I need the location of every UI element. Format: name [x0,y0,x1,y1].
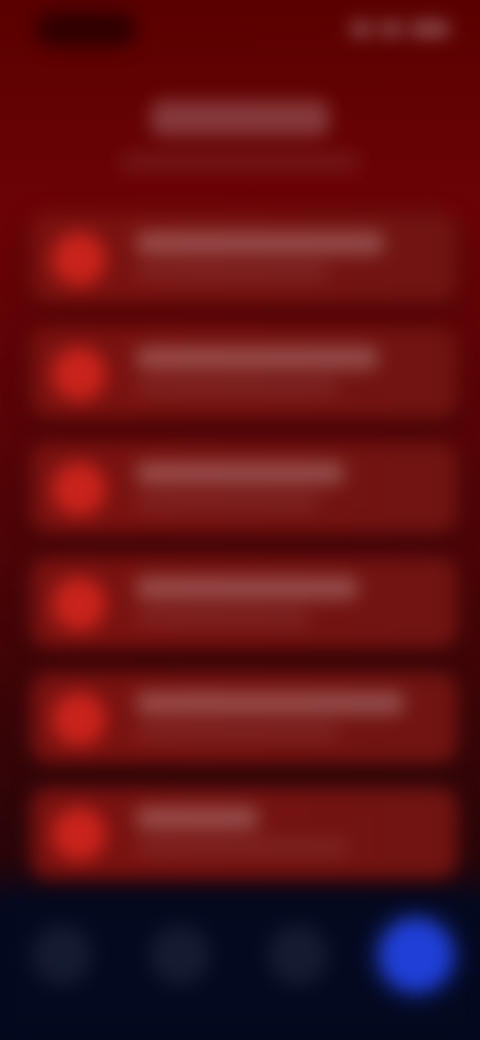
page-subtitle [120,152,360,172]
status-icons [350,14,450,44]
card-subtitle [136,609,308,625]
wifi-icon [380,22,402,36]
page-title [150,100,330,136]
list-card[interactable] [30,327,458,419]
red-circle-icon [52,577,106,631]
red-circle-icon [52,232,106,286]
card-title [136,462,344,484]
card-title [136,232,384,254]
battery-icon [410,22,450,36]
status-bar [0,0,480,60]
blurred-content [0,0,480,1040]
card-title [136,347,378,369]
status-time [36,12,136,46]
tab-icon-2[interactable] [150,925,210,985]
card-title [136,577,358,599]
red-circle-icon [52,692,106,746]
card-subtitle [136,494,318,510]
red-circle-icon [52,807,106,861]
card-subtitle [136,839,348,855]
bottom-tab-bar [0,895,480,1040]
tab-icon-3[interactable] [268,925,328,985]
list-card[interactable] [30,787,458,879]
list-card[interactable] [30,672,458,764]
list-card[interactable] [30,442,458,534]
list-card[interactable] [30,212,458,304]
card-subtitle [136,379,338,395]
list-card[interactable] [30,557,458,649]
card-subtitle [136,264,328,280]
card-title [136,692,404,714]
tab-icon-4[interactable] [380,919,452,991]
card-subtitle [136,724,338,740]
red-circle-icon [52,347,106,401]
red-circle-icon [52,462,106,516]
card-title [136,807,258,829]
app-screen [0,0,480,1040]
signal-icon [350,22,372,36]
tab-icon-1[interactable] [32,925,92,985]
